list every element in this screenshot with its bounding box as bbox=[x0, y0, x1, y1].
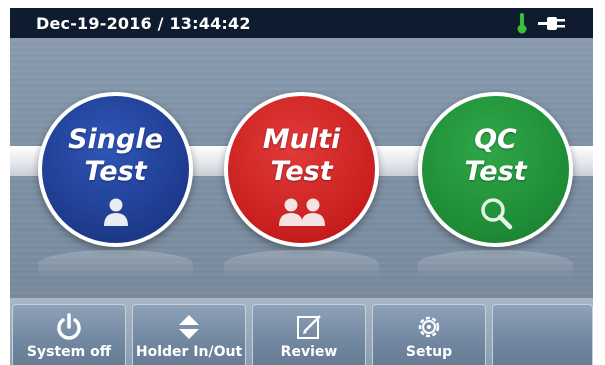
qc-test-reflection bbox=[418, 250, 573, 278]
system-off-button[interactable]: System off bbox=[12, 304, 126, 365]
thermometer-icon bbox=[517, 12, 527, 38]
system-off-label: System off bbox=[26, 344, 112, 360]
review-label: Review bbox=[280, 344, 338, 360]
power-plug-icon bbox=[538, 14, 568, 36]
bottom-toolbar: System off Holder In/Out Review Setup bbox=[10, 298, 593, 365]
multi-test-label-line1: Multi bbox=[262, 124, 341, 155]
gear-icon bbox=[415, 313, 443, 345]
single-test-button[interactable]: Single Test bbox=[38, 92, 193, 247]
up-down-arrows-icon bbox=[177, 313, 201, 345]
setup-button[interactable]: Setup bbox=[372, 304, 486, 365]
single-test-label-line1: Single bbox=[68, 124, 163, 155]
single-test-reflection bbox=[38, 250, 193, 278]
person-icon bbox=[101, 196, 131, 230]
qc-test-label-line1: QC bbox=[474, 124, 517, 155]
holder-in-out-label: Holder In/Out bbox=[135, 344, 243, 360]
qc-test-label-line2: Test bbox=[464, 156, 527, 187]
status-bar: Dec-19-2016 / 13:44:42 bbox=[10, 8, 593, 38]
holder-in-out-button[interactable]: Holder In/Out bbox=[132, 304, 246, 365]
multi-test-button[interactable]: Multi Test bbox=[224, 92, 379, 247]
review-button[interactable]: Review bbox=[252, 304, 366, 365]
edit-document-icon bbox=[295, 313, 323, 345]
setup-label: Setup bbox=[405, 344, 453, 360]
multi-test-reflection bbox=[224, 250, 379, 278]
empty-toolbar-slot bbox=[492, 304, 593, 365]
qc-test-button[interactable]: QC Test bbox=[418, 92, 573, 247]
power-icon bbox=[55, 313, 83, 345]
single-test-label-line2: Test bbox=[84, 156, 147, 187]
device-screen: Dec-19-2016 / 13:44:42 Single Test Multi… bbox=[10, 8, 593, 365]
magnifier-icon bbox=[479, 196, 513, 234]
datetime-display: Dec-19-2016 / 13:44:42 bbox=[36, 14, 251, 33]
people-icon bbox=[278, 196, 325, 230]
multi-test-label-line2: Test bbox=[270, 156, 333, 187]
